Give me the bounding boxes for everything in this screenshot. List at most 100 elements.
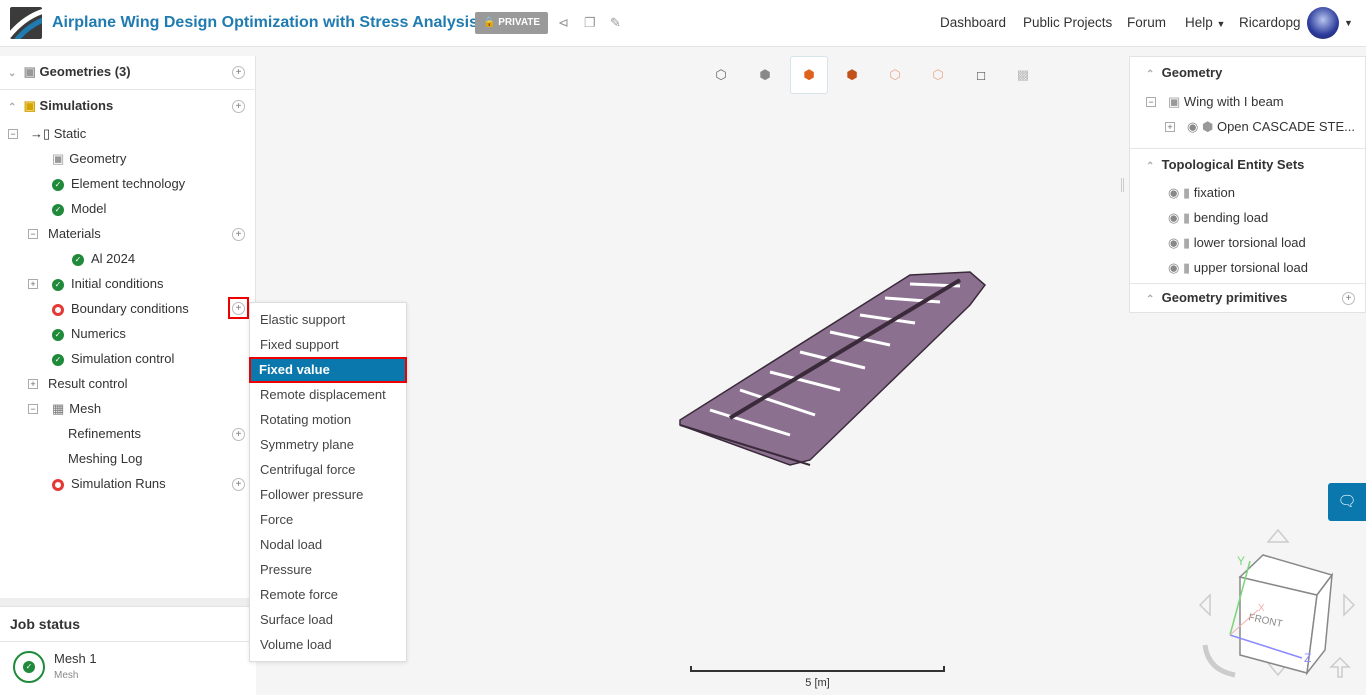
wireframe-view-icon[interactable]: ⬡	[702, 56, 740, 94]
tree-item-simulation-control[interactable]: ✓ Simulation control	[52, 348, 174, 370]
menu-item-follower-pressure[interactable]: Follower pressure	[250, 482, 406, 507]
share-icon[interactable]: ⊲	[558, 15, 569, 31]
nav-help[interactable]: Help ▼	[1185, 15, 1225, 30]
eye-icon[interactable]: ◉	[1168, 210, 1179, 225]
entity-set-item[interactable]: ◉ ▮ fixation	[1168, 182, 1235, 204]
chat-button[interactable]: 🗨	[1328, 483, 1366, 521]
add-refinement-button[interactable]: +	[232, 428, 245, 441]
tree-item-initial-conditions[interactable]: ✓ Initial conditions	[52, 273, 164, 295]
eye-icon[interactable]: ◉	[1187, 119, 1198, 134]
geometry-section-header[interactable]: ⌃ Geometry	[1146, 62, 1222, 84]
label: Boundary conditions	[71, 301, 189, 316]
tree-item-model[interactable]: ✓ Model	[52, 198, 106, 220]
menu-item-fixed-support[interactable]: Fixed support	[250, 332, 406, 357]
navigation-cube[interactable]: FRONT Y X Z	[1190, 525, 1366, 695]
label: Numerics	[71, 326, 126, 341]
label: Geometry primitives	[1161, 290, 1288, 305]
chat-icon: 🗨	[1337, 493, 1357, 510]
menu-item-fixed-value[interactable]: Fixed value	[249, 357, 407, 383]
add-simulation-button[interactable]: +	[232, 100, 245, 113]
tree-item-al-2024[interactable]: ✓ Al 2024	[72, 248, 135, 270]
static-label: Static	[53, 126, 87, 141]
user-name[interactable]: Ricardopg	[1239, 15, 1301, 30]
collapse-toggle[interactable]: −	[8, 129, 18, 139]
error-icon	[52, 478, 64, 491]
geometries-node[interactable]: ⌄ ▣ Geometries (3)	[8, 61, 131, 83]
simulations-node[interactable]: ⌃ ▣ Simulations	[8, 95, 113, 117]
eye-icon[interactable]: ◉	[1168, 185, 1179, 200]
tree-item-numerics[interactable]: ✓ Numerics	[52, 323, 126, 345]
tree-item-element-technology[interactable]: ✓ Element technology	[52, 173, 185, 195]
geometry-wing-item[interactable]: ▣ Wing with I beam	[1168, 91, 1284, 113]
add-boundary-condition-button[interactable]: +	[232, 302, 245, 315]
add-geometry-button[interactable]: +	[232, 66, 245, 79]
add-material-button[interactable]: +	[232, 228, 245, 241]
tree-item-simulation-runs[interactable]: Simulation Runs	[52, 473, 166, 495]
menu-item-remote-force[interactable]: Remote force	[250, 582, 406, 607]
menu-item-centrifugal-force[interactable]: Centrifugal force	[250, 457, 406, 482]
entity-set-item[interactable]: ◉ ▮ bending load	[1168, 207, 1268, 229]
tree-item-refinements[interactable]: Refinements	[68, 423, 141, 445]
box-select-icon[interactable]: □	[962, 56, 1000, 94]
select-node-icon[interactable]: ⬡	[919, 56, 957, 94]
collapse-toggle[interactable]: −	[28, 404, 38, 414]
menu-item-surface-load[interactable]: Surface load	[250, 607, 406, 632]
menu-item-pressure[interactable]: Pressure	[250, 557, 406, 582]
rotate-up-icon[interactable]	[1266, 528, 1290, 543]
tree-item-boundary-conditions[interactable]: Boundary conditions	[52, 298, 189, 320]
section-view-icon[interactable]: ▩	[1004, 56, 1042, 94]
menu-item-force[interactable]: Force	[250, 507, 406, 532]
edit-icon[interactable]: ✎	[610, 15, 621, 31]
entity-set-item[interactable]: ◉ ▮ upper torsional load	[1168, 257, 1308, 279]
user-menu-chevron-icon[interactable]: ▼	[1344, 18, 1353, 28]
expand-toggle[interactable]: +	[28, 279, 38, 289]
collapse-toggle[interactable]: −	[1146, 97, 1156, 107]
panel-resize-handle[interactable]	[1121, 178, 1124, 192]
menu-item-elastic-support[interactable]: Elastic support	[250, 307, 406, 332]
job-status-title: Job status	[10, 616, 81, 632]
axis-x-label: X	[1258, 603, 1265, 614]
tree-item-mesh[interactable]: ▦ Mesh	[52, 398, 101, 420]
menu-item-remote-displacement[interactable]: Remote displacement	[250, 382, 406, 407]
rotate-right-icon[interactable]	[1343, 593, 1356, 617]
tree-item-result-control[interactable]: Result control	[48, 373, 127, 395]
copy-icon[interactable]: ❐	[584, 15, 596, 31]
menu-item-nodal-load[interactable]: Nodal load	[250, 532, 406, 557]
rotate-view-icon[interactable]	[1202, 644, 1236, 678]
add-primitive-button[interactable]: +	[1342, 292, 1355, 305]
label: Geometry	[69, 151, 127, 166]
panel-resize-handle[interactable]	[0, 598, 256, 606]
avatar[interactable]	[1307, 7, 1339, 39]
home-icon[interactable]	[1329, 656, 1351, 678]
select-edge-icon[interactable]: ⬡	[876, 56, 914, 94]
tree-item-geometry[interactable]: ▣ Geometry	[52, 148, 126, 170]
collapse-toggle[interactable]: −	[28, 229, 38, 239]
rotate-left-icon[interactable]	[1198, 593, 1211, 617]
tree-item-meshing-log[interactable]: Meshing Log	[68, 448, 142, 470]
wing-geometry[interactable]	[670, 260, 1000, 470]
menu-item-symmetry-plane[interactable]: Symmetry plane	[250, 432, 406, 457]
geometry-part-item[interactable]: ◉ ⬢ Open CASCADE STE...	[1187, 116, 1355, 138]
select-volume-icon[interactable]: ⬢	[790, 56, 828, 94]
expand-toggle[interactable]: +	[1165, 122, 1175, 132]
menu-item-rotating-motion[interactable]: Rotating motion	[250, 407, 406, 432]
solid-view-icon[interactable]: ⬢	[746, 56, 784, 94]
geometry-icon: ▣	[1168, 94, 1181, 109]
nav-forum[interactable]: Forum	[1127, 15, 1166, 30]
nav-public-projects[interactable]: Public Projects	[1023, 15, 1112, 30]
tree-item-materials[interactable]: Materials	[48, 223, 101, 245]
expand-toggle[interactable]: +	[28, 379, 38, 389]
simscale-logo[interactable]	[10, 7, 42, 39]
nav-dashboard[interactable]: Dashboard	[940, 15, 1006, 30]
primitives-section-header[interactable]: ⌃ Geometry primitives	[1146, 287, 1287, 309]
static-node[interactable]: →▯ Static	[30, 123, 86, 145]
eye-icon[interactable]: ◉	[1168, 235, 1179, 250]
menu-item-volume-load[interactable]: Volume load	[250, 632, 406, 657]
add-run-button[interactable]: +	[232, 478, 245, 491]
tes-section-header[interactable]: ⌃ Topological Entity Sets	[1146, 154, 1304, 176]
job-name[interactable]: Mesh 1	[54, 651, 97, 666]
eye-icon[interactable]: ◉	[1168, 260, 1179, 275]
check-icon: ✓	[52, 203, 64, 216]
entity-set-item[interactable]: ◉ ▮ lower torsional load	[1168, 232, 1306, 254]
select-face-icon[interactable]: ⬢	[833, 56, 871, 94]
